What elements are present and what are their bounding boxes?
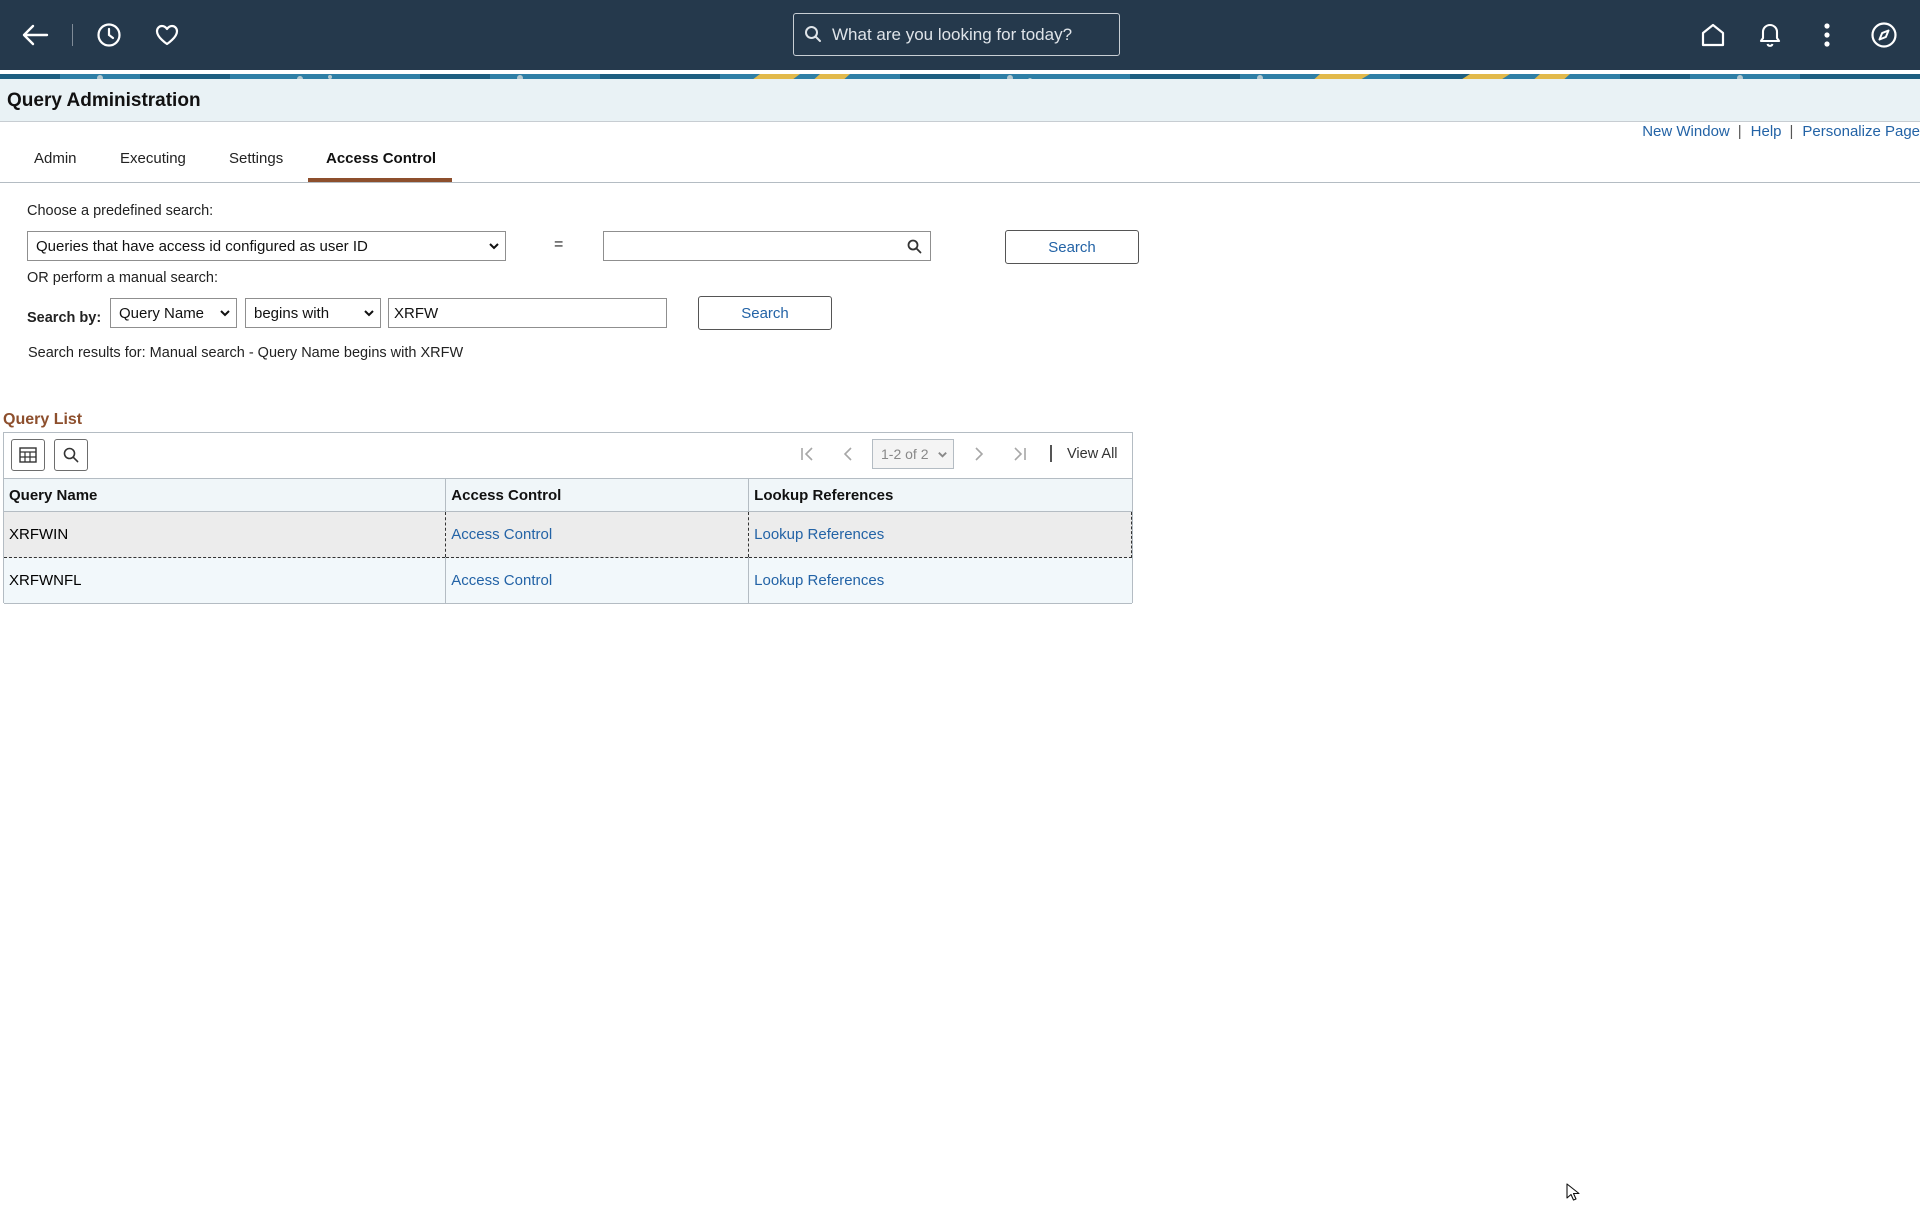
predefined-value-input[interactable] xyxy=(603,231,931,261)
search-operator-select[interactable]: begins with xyxy=(245,298,381,328)
global-search-box[interactable] xyxy=(793,13,1120,56)
link-divider: | xyxy=(1789,123,1794,140)
link-divider: | xyxy=(1737,123,1742,140)
more-icon[interactable] xyxy=(1811,19,1843,51)
table-row[interactable]: XRFWIN Access Control Lookup References xyxy=(4,511,1132,558)
mouse-cursor-icon xyxy=(1566,1183,1580,1206)
previous-page-icon[interactable] xyxy=(839,445,857,463)
personalize-page-link[interactable]: Personalize Page xyxy=(1802,123,1920,140)
tab-admin[interactable]: Admin xyxy=(34,150,77,167)
home-icon[interactable] xyxy=(1697,19,1729,51)
navigator-icon[interactable] xyxy=(1868,19,1900,51)
page-links: New Window | Help | Personalize Page xyxy=(1642,123,1920,140)
find-in-grid-button[interactable] xyxy=(54,439,88,471)
search-value-text: XRFW xyxy=(394,304,439,322)
page-title-bar: Query Administration xyxy=(0,79,1920,122)
lookup-references-link[interactable]: Lookup References xyxy=(754,572,884,589)
manual-search-button[interactable]: Search xyxy=(698,296,832,330)
lookup-references-cell: Lookup References xyxy=(748,511,1132,558)
back-icon[interactable] xyxy=(19,19,51,51)
access-control-link[interactable]: Access Control xyxy=(451,572,552,589)
global-search-input[interactable] xyxy=(830,23,1114,46)
grid-settings-icon xyxy=(19,447,37,463)
personalize-grid-button[interactable] xyxy=(11,439,45,471)
query-list-grid: 1-2 of 2 View All Query Name Access Cont… xyxy=(3,432,1133,604)
chevron-down-icon xyxy=(220,310,230,317)
predefined-search-button[interactable]: Search xyxy=(1005,230,1139,264)
active-tab-indicator xyxy=(308,178,452,182)
search-value-input[interactable]: XRFW xyxy=(388,298,667,328)
lookup-references-cell: Lookup References xyxy=(748,557,1132,604)
access-control-cell: Access Control xyxy=(445,557,750,604)
pager-divider xyxy=(1050,445,1052,462)
chevron-down-icon xyxy=(938,452,947,458)
search-results-text: Search results for: Manual search - Quer… xyxy=(28,345,464,361)
new-window-link[interactable]: New Window xyxy=(1642,123,1730,140)
query-name-cell: XRFWNFL xyxy=(4,557,447,604)
predefined-search-select[interactable]: Queries that have access id configured a… xyxy=(27,231,506,261)
manual-search-label: OR perform a manual search: xyxy=(27,270,218,286)
query-list-table: Query Name Access Control Lookup Referen… xyxy=(4,478,1132,604)
view-all-link[interactable]: View All xyxy=(1067,446,1118,462)
page-range-value: 1-2 of 2 xyxy=(881,446,929,462)
lookup-references-link[interactable]: Lookup References xyxy=(754,526,884,543)
first-page-icon[interactable] xyxy=(798,445,816,463)
access-control-link[interactable]: Access Control xyxy=(451,526,552,543)
page-range-select[interactable]: 1-2 of 2 xyxy=(872,439,954,469)
tab-bar: Admin Executing Settings Access Control xyxy=(0,140,1920,183)
tab-access-control[interactable]: Access Control xyxy=(326,150,436,167)
decorative-banner xyxy=(0,70,1920,79)
tab-settings[interactable]: Settings xyxy=(229,150,283,167)
chevron-down-icon xyxy=(489,243,499,250)
query-name-cell: XRFWIN xyxy=(4,511,447,558)
grid-title: Query List xyxy=(3,411,83,428)
access-control-cell: Access Control xyxy=(445,511,750,558)
table-row[interactable]: XRFWNFL Access Control Lookup References xyxy=(4,557,1132,604)
column-header-access-control[interactable]: Access Control xyxy=(445,478,750,512)
search-field-select[interactable]: Query Name xyxy=(110,298,237,328)
search-by-label: Search by: xyxy=(27,310,102,326)
search-field-value: Query Name xyxy=(119,304,205,322)
favorites-icon[interactable] xyxy=(151,19,183,51)
column-header-lookup-references[interactable]: Lookup References xyxy=(748,478,1132,512)
tab-executing[interactable]: Executing xyxy=(120,150,186,167)
search-operator-value: begins with xyxy=(254,304,330,322)
top-navigation-bar xyxy=(0,0,1920,70)
search-icon xyxy=(804,25,824,45)
predefined-search-label: Choose a predefined search: xyxy=(27,203,214,219)
chevron-down-icon xyxy=(364,310,374,317)
last-page-icon[interactable] xyxy=(1011,445,1029,463)
table-header-row: Query Name Access Control Lookup Referen… xyxy=(4,478,1132,512)
history-icon[interactable] xyxy=(93,19,125,51)
equals-sign: = xyxy=(554,236,564,253)
lookup-search-icon[interactable] xyxy=(907,239,922,254)
notifications-icon[interactable] xyxy=(1754,19,1786,51)
page-title: Query Administration xyxy=(7,90,201,111)
predefined-search-value: Queries that have access id configured a… xyxy=(36,237,368,255)
header-separator xyxy=(72,24,73,46)
help-link[interactable]: Help xyxy=(1751,123,1782,140)
search-icon xyxy=(63,447,79,463)
next-page-icon[interactable] xyxy=(970,445,988,463)
column-header-query-name[interactable]: Query Name xyxy=(4,478,447,512)
